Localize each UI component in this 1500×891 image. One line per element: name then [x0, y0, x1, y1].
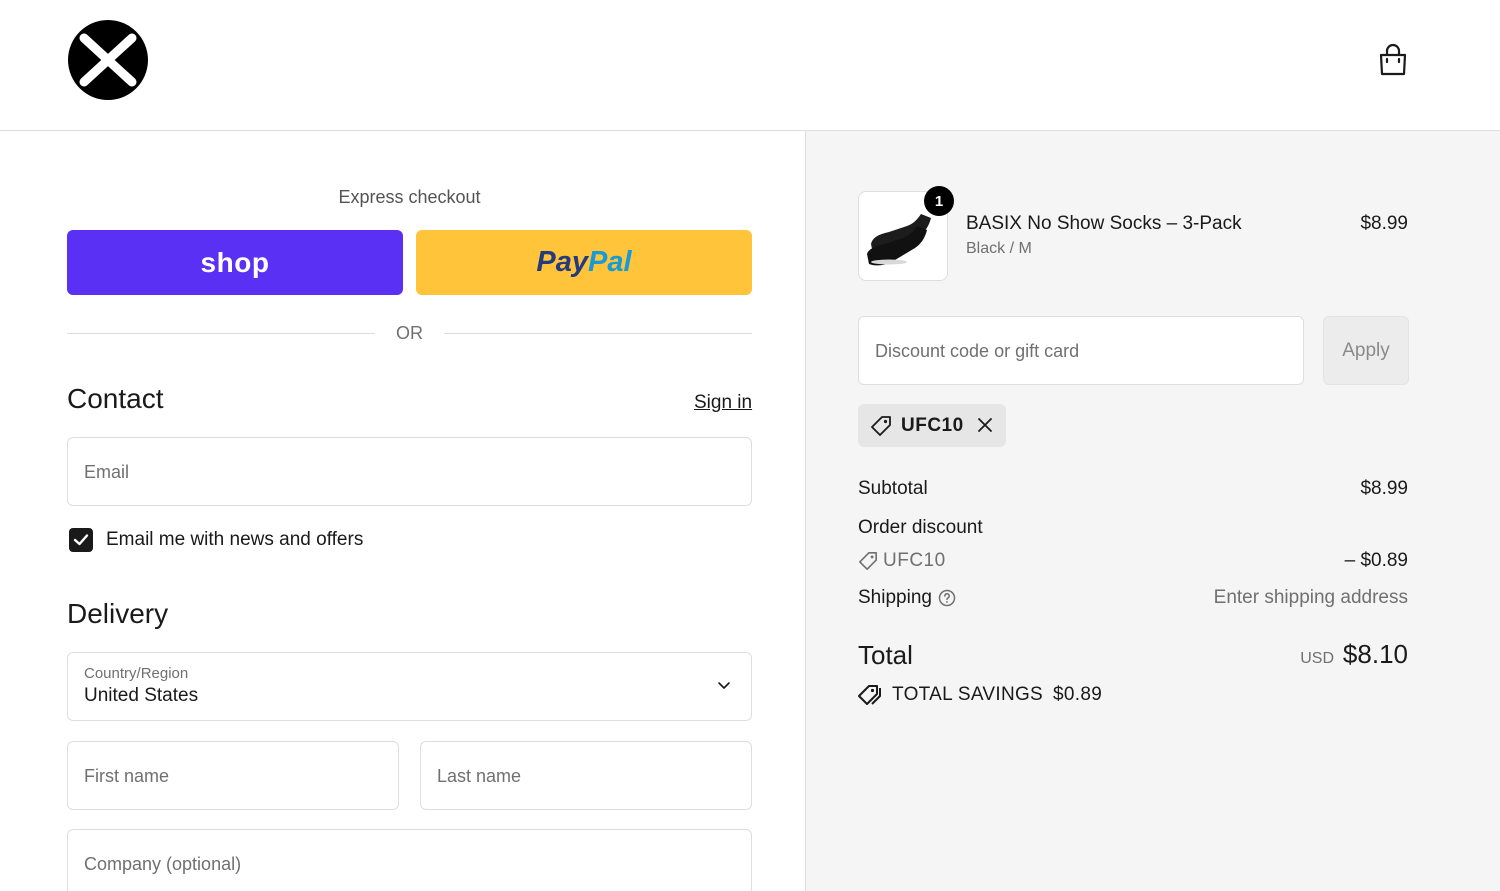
applied-discount-chip: UFC10 [858, 404, 1006, 447]
discount-tag-icon [859, 552, 877, 570]
total-savings: TOTAL SAVINGS $0.89 [858, 684, 1112, 706]
delivery-heading: Delivery [67, 598, 169, 629]
applied-code: UFC10 [901, 415, 964, 436]
divider-line [444, 333, 752, 334]
apply-label: Apply [1342, 339, 1390, 361]
product-price: $8.99 [1360, 213, 1408, 234]
company-field[interactable]: Company (optional) [67, 829, 752, 891]
email-field[interactable]: Email [67, 437, 752, 506]
last-name-field[interactable]: Last name [420, 741, 752, 810]
chevron-down-icon [718, 682, 730, 689]
savings-tag-icon [858, 685, 881, 705]
shipping-value: Enter shipping address [1213, 587, 1408, 608]
tag-icon [871, 416, 891, 436]
shipping-label: Shipping [858, 587, 932, 608]
country-select[interactable]: Country/Region United States [67, 652, 752, 721]
store-logo[interactable] [68, 20, 148, 100]
checkout-form-column: Express checkout shop Pay Pal OR Contact … [0, 131, 806, 891]
country-value: United States [84, 685, 199, 706]
sign-in-link[interactable]: Sign in [694, 392, 752, 414]
quantity-badge: 1 [924, 186, 954, 216]
first-name-placeholder: First name [84, 766, 170, 786]
total-value: $8.10 [1342, 639, 1408, 669]
paypal-label-pay: Pay [536, 246, 589, 278]
product-variant: Black / M [966, 240, 1032, 257]
remove-code-icon[interactable] [976, 416, 994, 434]
or-divider: OR [67, 321, 752, 345]
shop-pay-label: shop [200, 246, 270, 278]
country-label: Country/Region [84, 665, 189, 682]
help-circle-icon[interactable] [938, 589, 956, 607]
product-name: BASIX No Show Socks – 3-Pack [966, 213, 1242, 234]
company-placeholder: Company (optional) [84, 854, 242, 874]
email-placeholder: Email [84, 462, 130, 482]
contact-heading: Contact [67, 383, 164, 414]
paypal-button[interactable]: Pay Pal [416, 230, 752, 295]
total-label: Total [858, 640, 913, 670]
savings-label: TOTAL SAVINGS [892, 684, 1044, 705]
discount-placeholder: Discount code or gift card [875, 341, 1080, 361]
discount-code-label: UFC10 [883, 550, 946, 571]
last-name-placeholder: Last name [437, 766, 522, 786]
newsletter-label: Email me with news and offers [106, 529, 364, 550]
shopping-bag-icon[interactable] [1377, 43, 1409, 77]
savings-value: $0.89 [1053, 684, 1103, 705]
total-currency: USD [1300, 650, 1334, 667]
discount-value: – $0.89 [1344, 550, 1408, 571]
paypal-label-pal: Pal [588, 246, 632, 278]
checkmark-icon [73, 534, 89, 546]
discount-code-input[interactable]: Discount code or gift card [858, 316, 1304, 385]
order-discount-label: Order discount [858, 517, 983, 538]
newsletter-checkbox[interactable] [69, 528, 93, 552]
order-summary: 1 BASIX No Show Socks – 3-Pack Black / M… [806, 131, 1500, 891]
shop-pay-button[interactable]: shop [67, 230, 403, 295]
express-checkout-title: Express checkout [338, 187, 481, 207]
first-name-field[interactable]: First name [67, 741, 399, 810]
subtotal-value: $8.99 [1360, 478, 1408, 499]
x-logo-icon [79, 33, 137, 87]
subtotal-label: Subtotal [858, 478, 928, 499]
apply-button[interactable]: Apply [1323, 316, 1409, 385]
header [0, 0, 1500, 131]
